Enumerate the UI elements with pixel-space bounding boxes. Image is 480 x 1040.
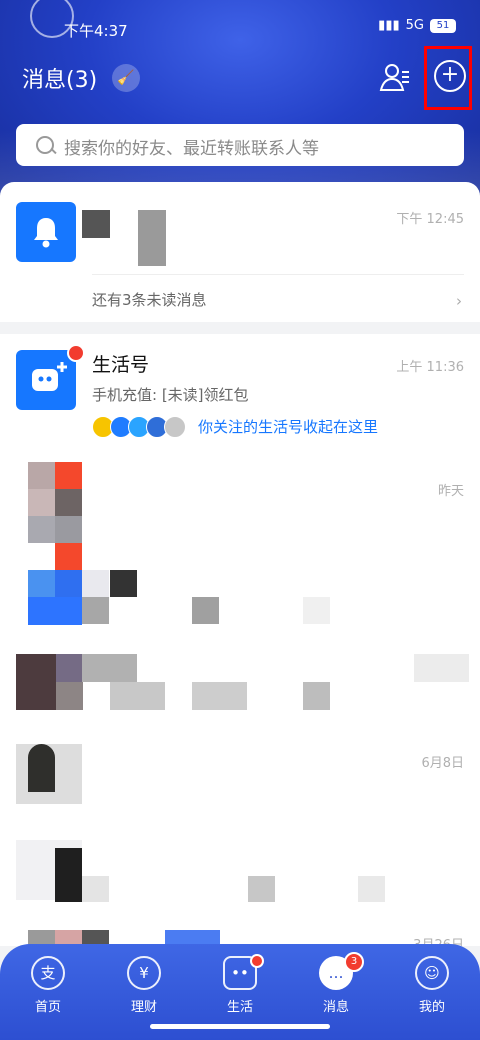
clear-unread-icon[interactable]: 🧹 [112, 64, 140, 92]
bell-icon [16, 202, 76, 262]
message-badge: 3 [344, 952, 364, 972]
signal-icon: ▮▮▮ [378, 18, 400, 33]
alipay-icon: 支 [31, 956, 65, 990]
unread-dot [67, 344, 85, 362]
status-bar: 下午4:37 ▮▮▮ 5G 51 [0, 0, 480, 44]
more-unread-text[interactable]: 还有3条未读消息 [92, 289, 207, 310]
tab-label: 我的 [418, 1000, 445, 1015]
tab-life[interactable]: •• 生活 [200, 954, 280, 1015]
search-input[interactable]: 搜索你的好友、最近转账联系人等 [64, 134, 319, 159]
life-title: 生活号 [92, 354, 150, 376]
messages-header: 消息(3) 🧹 [0, 60, 480, 96]
tab-label: 消息 [322, 1000, 349, 1015]
battery-icon: 51 [430, 18, 456, 33]
tab-wealth[interactable]: ¥ 理财 [104, 956, 184, 1015]
search-bar[interactable]: 搜索你的好友、最近转账联系人等 [16, 124, 464, 166]
mini-account-avatar [164, 416, 186, 438]
profile-icon: ☺ [415, 956, 449, 990]
add-button[interactable]: + [434, 60, 466, 92]
page-title: 消息(3) [22, 68, 98, 93]
divider [92, 274, 464, 275]
network-type: 5G [405, 18, 424, 33]
followed-accounts [92, 416, 186, 438]
tab-label: 生活 [226, 1000, 253, 1015]
life-account-icon [16, 344, 85, 410]
chat-list: 昨天 6月8日 3月26日 [0, 456, 480, 946]
life-subtitle: 手机充值: [未读]领红包 [92, 386, 249, 404]
notification-card[interactable]: 下午 12:45 还有3条未读消息 › [0, 182, 480, 322]
tab-profile[interactable]: ☺ 我的 [392, 956, 472, 1015]
chat-time: 昨天 [437, 484, 464, 499]
life-account-card[interactable]: 生活号 上午 11:36 手机充值: [未读]领红包 你关注的生活号收起在这里 [0, 334, 480, 464]
tab-label: 首页 [34, 1000, 61, 1015]
chevron-right-icon: › [456, 292, 462, 310]
wealth-icon: ¥ [127, 956, 161, 990]
tab-messages[interactable]: … 3 消息 [296, 952, 376, 1015]
unread-dot [250, 954, 264, 968]
contacts-button[interactable] [378, 60, 412, 94]
status-time: 下午4:37 [64, 22, 128, 40]
blurred-sender [82, 210, 110, 238]
tab-home[interactable]: 支 首页 [8, 956, 88, 1015]
system-icons: ▮▮▮ 5G 51 [378, 18, 456, 33]
chat-time: 6月8日 [421, 756, 464, 771]
search-icon [36, 136, 54, 154]
home-indicator [150, 1024, 330, 1029]
follow-tip-link[interactable]: 你关注的生活号收起在这里 [198, 416, 378, 437]
blurred-sender [138, 210, 166, 266]
contacts-icon [379, 64, 409, 91]
life-time: 上午 11:36 [396, 360, 464, 375]
notice-time: 下午 12:45 [396, 212, 464, 227]
tab-label: 理财 [130, 1000, 157, 1015]
